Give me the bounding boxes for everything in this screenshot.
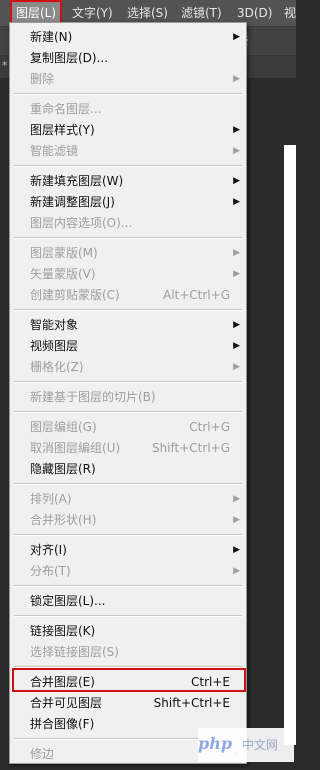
- menu-separator: [14, 411, 242, 413]
- menu-item-video-layers[interactable]: 视频图层 ▶: [10, 336, 246, 357]
- submenu-arrow-icon: ▶: [233, 176, 240, 186]
- menu-item-combine-shapes[interactable]: 合并形状(H) ▶: [10, 510, 246, 531]
- menu-item-layer-content-options[interactable]: 图层内容选项(O)...: [10, 213, 246, 234]
- menu-item-layer-style[interactable]: 图层样式(Y) ▶: [10, 120, 246, 141]
- menu-item-label: 删除: [30, 72, 55, 86]
- menu-item-merge-visible[interactable]: 合并可见图层 Shift+Ctrl+E: [10, 693, 246, 714]
- submenu-arrow-icon: ▶: [233, 566, 240, 576]
- submenu-arrow-icon: ▶: [233, 341, 240, 351]
- menu-item-label: 智能滤镜: [30, 144, 79, 158]
- menu-item-shortcut: Shift+Ctrl+E: [153, 696, 230, 710]
- menu-item-arrange[interactable]: 排列(A) ▶: [10, 489, 246, 510]
- menu-item-label: 复制图层(D)...: [30, 51, 109, 65]
- menu-item-label: 图层样式(Y): [30, 123, 95, 137]
- menu-separator: [14, 309, 242, 311]
- menu-item-label: 图层内容选项(O)...: [30, 216, 133, 230]
- menu-item-label: 智能对象: [30, 318, 79, 332]
- menu-item-label: 矢量蒙版(V): [30, 267, 96, 281]
- highlight-annotation: [12, 668, 246, 692]
- menu-item-label: 锁定图层(L)...: [30, 594, 106, 608]
- menu-item-label: 合并可见图层: [30, 696, 103, 710]
- canvas[interactable]: [284, 145, 296, 745]
- menu-item-new-fill-layer[interactable]: 新建填充图层(W) ▶: [10, 171, 246, 192]
- menu-separator: [14, 483, 242, 485]
- submenu-arrow-icon: ▶: [233, 545, 240, 555]
- menu-item-group-layers[interactable]: 图层编组(G) Ctrl+G: [10, 417, 246, 438]
- menu-item-ungroup-layers[interactable]: 取消图层编组(U) Shift+Ctrl+G: [10, 438, 246, 459]
- menu-separator: [14, 237, 242, 239]
- submenu-arrow-icon: ▶: [233, 125, 240, 135]
- menu-item-lock-layers[interactable]: 锁定图层(L)...: [10, 591, 246, 612]
- menu-item-label: 创建剪贴蒙版(C): [30, 288, 120, 302]
- menu-item-link-layers[interactable]: 链接图层(K): [10, 621, 246, 642]
- menu-item-distribute[interactable]: 分布(T) ▶: [10, 561, 246, 582]
- menu-item-new-adjustment-layer[interactable]: 新建调整图层(J) ▶: [10, 192, 246, 213]
- submenu-arrow-icon: ▶: [233, 320, 240, 330]
- menu-separator: [14, 381, 242, 383]
- submenu-arrow-icon: ▶: [233, 269, 240, 279]
- submenu-arrow-icon: ▶: [233, 197, 240, 207]
- menu-item-label: 排列(A): [30, 492, 72, 506]
- menu-separator: [14, 93, 242, 95]
- menu-item-label: 选择链接图层(S): [30, 645, 119, 659]
- submenu-arrow-icon: ▶: [233, 32, 240, 42]
- menu-item-smart-filter[interactable]: 智能滤镜 ▶: [10, 141, 246, 162]
- menu-item-select-linked-layers[interactable]: 选择链接图层(S): [10, 642, 246, 663]
- submenu-arrow-icon: ▶: [233, 248, 240, 258]
- menu-item-label: 重命名图层...: [30, 102, 102, 116]
- submenu-arrow-icon: ▶: [233, 74, 240, 84]
- menu-item-label: 新建(N): [30, 30, 73, 44]
- submenu-arrow-icon: ▶: [233, 362, 240, 372]
- layer-dropdown-menu: 新建(N) ▶ 复制图层(D)... 删除 ▶ 重命名图层... 图层样式(Y)…: [9, 22, 247, 764]
- submenu-arrow-icon: ▶: [233, 146, 240, 156]
- watermark-text: 中文网: [242, 738, 279, 752]
- menu-item-label: 新建填充图层(W): [30, 174, 124, 188]
- menu-item-align[interactable]: 对齐(I) ▶: [10, 540, 246, 561]
- menu-item-new[interactable]: 新建(N) ▶: [10, 27, 246, 48]
- menu-separator: [14, 585, 242, 587]
- document-tab-label: *: [2, 59, 8, 72]
- menu-item-label: 新建调整图层(J): [30, 195, 115, 209]
- menu-item-label: 分布(T): [30, 564, 71, 578]
- menu-item-label: 新建基于图层的切片(B): [30, 390, 156, 404]
- menu-item-hide-layers[interactable]: 隐藏图层(R): [10, 459, 246, 480]
- menu-item-label: 合并形状(H): [30, 513, 97, 527]
- menu-item-label: 对齐(I): [30, 543, 67, 557]
- menu-item-new-layer-based-slice[interactable]: 新建基于图层的切片(B): [10, 387, 246, 408]
- menu-item-create-clipping-mask[interactable]: 创建剪贴蒙版(C) Alt+Ctrl+G: [10, 285, 246, 306]
- submenu-arrow-icon: ▶: [233, 515, 240, 525]
- menu-item-label: 修边: [30, 747, 55, 761]
- menu-view[interactable]: 视: [284, 0, 296, 26]
- menu-item-shortcut: Shift+Ctrl+G: [151, 441, 230, 455]
- menu-item-label: 拼合图像(F): [30, 717, 95, 731]
- menu-item-label: 隐藏图层(R): [30, 462, 96, 476]
- menu-item-smart-object[interactable]: 智能对象 ▶: [10, 315, 246, 336]
- menu-separator: [14, 615, 242, 617]
- menu-separator: [14, 534, 242, 536]
- menu-item-label: 栅格化(Z): [30, 360, 84, 374]
- menu-item-label: 链接图层(K): [30, 624, 96, 638]
- menu-item-shortcut: Ctrl+G: [189, 420, 230, 434]
- menu-item-duplicate-layer[interactable]: 复制图层(D)...: [10, 48, 246, 69]
- menu-item-label: 视频图层: [30, 339, 79, 353]
- menu-item-label: 图层蒙版(M): [30, 246, 98, 260]
- menu-item-label: 图层编组(G): [30, 420, 97, 434]
- menu-item-rename-layer[interactable]: 重命名图层...: [10, 99, 246, 120]
- menu-separator: [14, 165, 242, 167]
- menu-item-delete[interactable]: 删除 ▶: [10, 69, 246, 90]
- menu-item-label: 取消图层编组(U): [30, 441, 121, 455]
- menu-item-shortcut: Alt+Ctrl+G: [162, 288, 230, 302]
- watermark-logo: php: [198, 734, 233, 753]
- menu-item-vector-mask[interactable]: 矢量蒙版(V) ▶: [10, 264, 246, 285]
- submenu-arrow-icon: ▶: [233, 494, 240, 504]
- watermark: php 中文网: [198, 728, 294, 762]
- menu-item-layer-mask[interactable]: 图层蒙版(M) ▶: [10, 243, 246, 264]
- menu-item-rasterize[interactable]: 栅格化(Z) ▶: [10, 357, 246, 378]
